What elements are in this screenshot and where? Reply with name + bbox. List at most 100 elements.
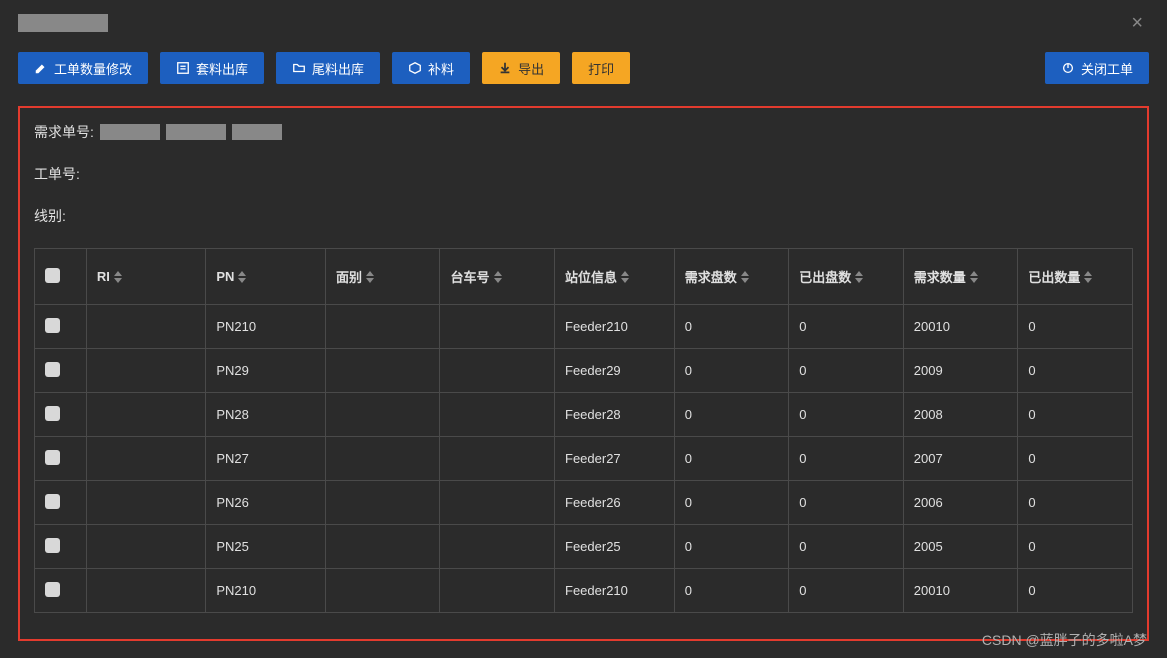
cell-cart — [440, 393, 555, 437]
close-order-button[interactable]: 关闭工单 — [1045, 52, 1149, 84]
btn-label: 套料出库 — [196, 59, 248, 78]
line-row: 线别: — [34, 206, 1133, 226]
row-checkbox[interactable] — [45, 362, 60, 377]
table-row[interactable]: PN26Feeder260020060 — [35, 481, 1133, 525]
cell-side — [325, 349, 440, 393]
row-checkbox[interactable] — [45, 450, 60, 465]
export-button[interactable]: 导出 — [482, 52, 560, 84]
folder-icon — [292, 61, 306, 75]
table-row[interactable]: PN210Feeder21000200100 — [35, 569, 1133, 613]
header-ri[interactable]: RI — [86, 249, 205, 305]
table-row[interactable]: PN29Feeder290020090 — [35, 349, 1133, 393]
cell-pn: PN210 — [206, 305, 326, 349]
cell-ri — [86, 569, 205, 613]
kit-outbound-button[interactable]: 套料出库 — [160, 52, 264, 84]
cell-station: Feeder210 — [555, 569, 675, 613]
cell-station: Feeder26 — [555, 481, 675, 525]
header-req-tray[interactable]: 需求盘数 — [674, 249, 789, 305]
cell-station: Feeder29 — [555, 349, 675, 393]
row-checkbox[interactable] — [45, 582, 60, 597]
sort-icon — [1084, 271, 1092, 283]
cell-out-tray: 0 — [789, 393, 904, 437]
cell-req-tray: 0 — [674, 481, 789, 525]
sort-icon — [970, 271, 978, 283]
header-out-qty[interactable]: 已出数量 — [1018, 249, 1133, 305]
cell-ri — [86, 305, 205, 349]
btn-label: 尾料出库 — [312, 59, 364, 78]
cell-req-tray: 0 — [674, 525, 789, 569]
table-row[interactable]: PN27Feeder270020070 — [35, 437, 1133, 481]
cell-cart — [440, 481, 555, 525]
sort-icon — [855, 271, 863, 283]
header-station[interactable]: 站位信息 — [555, 249, 675, 305]
btn-label: 关闭工单 — [1081, 59, 1133, 78]
header-req-qty[interactable]: 需求数量 — [903, 249, 1018, 305]
header-out-tray[interactable]: 已出盘数 — [789, 249, 904, 305]
header-cart-label: 台车号 — [450, 267, 489, 286]
cell-side — [325, 305, 440, 349]
cell-out-qty: 0 — [1018, 393, 1133, 437]
demand-value-redacted — [100, 124, 160, 140]
cell-cart — [440, 305, 555, 349]
demand-value-redacted2 — [166, 124, 226, 140]
cell-pn: PN210 — [206, 569, 326, 613]
btn-label: 补料 — [428, 59, 454, 78]
header-side-label: 面别 — [336, 267, 362, 286]
header-out-tray-label: 已出盘数 — [799, 267, 851, 286]
modify-qty-button[interactable]: 工单数量修改 — [18, 52, 148, 84]
cell-cart — [440, 349, 555, 393]
cell-out-qty: 0 — [1018, 525, 1133, 569]
close-icon[interactable]: × — [1125, 12, 1149, 35]
sort-icon — [621, 271, 629, 283]
cell-req-tray: 0 — [674, 393, 789, 437]
cell-req-qty: 2009 — [903, 349, 1018, 393]
sort-icon — [238, 271, 246, 283]
table-row[interactable]: PN28Feeder280020080 — [35, 393, 1133, 437]
cell-req-qty: 2007 — [903, 437, 1018, 481]
row-checkbox-cell — [35, 393, 87, 437]
sort-icon — [114, 271, 122, 283]
row-checkbox[interactable] — [45, 406, 60, 421]
cell-out-qty: 0 — [1018, 349, 1133, 393]
table-body: PN210Feeder21000200100PN29Feeder29002009… — [35, 305, 1133, 613]
select-all-checkbox[interactable] — [45, 268, 60, 283]
print-button[interactable]: 打印 — [572, 52, 630, 84]
table-row[interactable]: PN210Feeder21000200100 — [35, 305, 1133, 349]
header-req-qty-label: 需求数量 — [914, 267, 966, 286]
cell-cart — [440, 525, 555, 569]
workorder-row: 工单号: — [34, 164, 1133, 184]
row-checkbox[interactable] — [45, 538, 60, 553]
tail-outbound-button[interactable]: 尾料出库 — [276, 52, 380, 84]
row-checkbox[interactable] — [45, 318, 60, 333]
cell-req-qty: 2005 — [903, 525, 1018, 569]
cell-req-tray: 0 — [674, 437, 789, 481]
sort-icon — [741, 271, 749, 283]
row-checkbox-cell — [35, 437, 87, 481]
table-header-row: RI PN 面别 台车号 站位信息 需求盘数 — [35, 249, 1133, 305]
replenish-button[interactable]: 补料 — [392, 52, 470, 84]
header-cart[interactable]: 台车号 — [440, 249, 555, 305]
cell-station: Feeder25 — [555, 525, 675, 569]
table-row[interactable]: PN25Feeder250020050 — [35, 525, 1133, 569]
cell-ri — [86, 393, 205, 437]
cell-req-qty: 2008 — [903, 393, 1018, 437]
line-label: 线别: — [34, 206, 66, 226]
header-pn[interactable]: PN — [206, 249, 326, 305]
sort-icon — [494, 271, 502, 283]
cell-out-tray: 0 — [789, 481, 904, 525]
cell-out-tray: 0 — [789, 349, 904, 393]
cell-pn: PN27 — [206, 437, 326, 481]
row-checkbox-cell — [35, 569, 87, 613]
header-pn-label: PN — [216, 269, 234, 284]
btn-label: 工单数量修改 — [54, 59, 132, 78]
cell-cart — [440, 437, 555, 481]
modal-root: × 工单数量修改 套料出库 尾料出库 补料 导出 打印 关闭工单 — [0, 0, 1167, 658]
header-side[interactable]: 面别 — [325, 249, 440, 305]
power-icon — [1061, 61, 1075, 75]
cell-side — [325, 393, 440, 437]
row-checkbox[interactable] — [45, 494, 60, 509]
workorder-label: 工单号: — [34, 164, 80, 184]
cell-req-qty: 2006 — [903, 481, 1018, 525]
cell-out-tray: 0 — [789, 305, 904, 349]
cell-out-qty: 0 — [1018, 569, 1133, 613]
